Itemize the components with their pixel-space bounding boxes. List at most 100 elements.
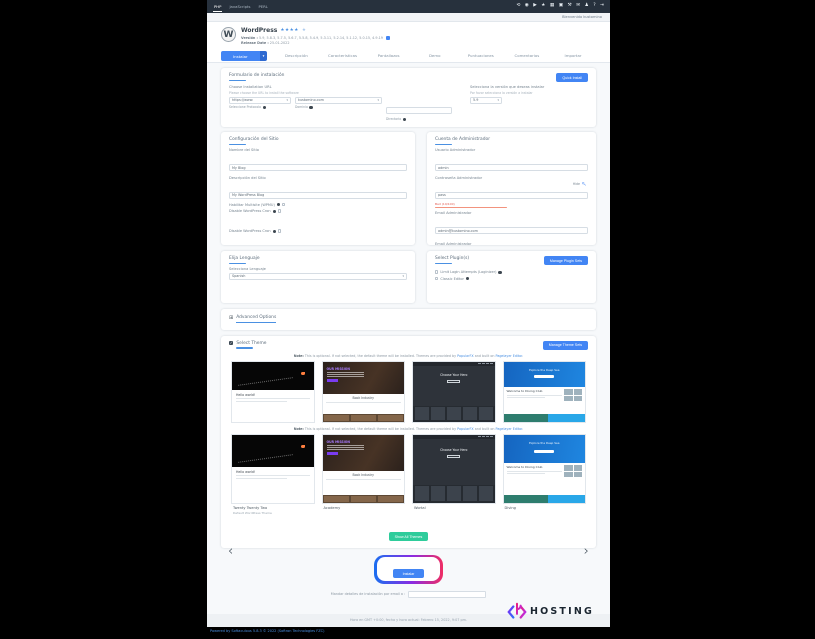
info-icon[interactable] (309, 106, 312, 109)
script-type-nav: PHP JavaScripts PERL (213, 2, 269, 12)
tab-puntuaciones[interactable]: Puntuaciones (458, 50, 504, 62)
expand-icon[interactable]: ⊞ (229, 316, 233, 321)
hide-password-link[interactable]: Hide (573, 182, 580, 186)
key-icon[interactable] (582, 182, 586, 186)
classic-editor-checkbox[interactable] (435, 277, 438, 280)
installations-icon[interactable]: ▦ (550, 4, 554, 9)
install-button[interactable]: Instalar (393, 569, 425, 578)
theme-academy[interactable]: OUR MISSION Book Industry (322, 361, 406, 423)
admin-email-input[interactable] (435, 227, 588, 234)
email-details-input[interactable] (408, 591, 486, 598)
tab-pantallazos[interactable]: Pantallazos (366, 50, 412, 62)
chevron-down-icon: ▾ (377, 98, 379, 102)
theme-wortal[interactable]: Choose Your Hero (412, 361, 496, 423)
user-icon[interactable]: ♟ (585, 4, 589, 9)
admin-pass-input[interactable] (435, 192, 588, 199)
manage-theme-sets-button[interactable]: Manage Theme Sets (543, 341, 588, 350)
tab-descripcion[interactable]: Descripción (273, 50, 319, 62)
sync-icon[interactable]: ⟲ (516, 4, 520, 9)
theme-hero-caption: Explore the Deep Sea (529, 441, 559, 445)
carousel-prev-arrow[interactable]: ‹ (228, 544, 233, 559)
pagelayer-link[interactable]: Pagelayer Editor (495, 427, 522, 431)
site-desc-input[interactable] (229, 192, 407, 199)
ratings-icon[interactable]: ★ (541, 4, 545, 9)
language-select[interactable]: Spanish ▾ (229, 273, 407, 280)
select-theme-title: Select Theme (236, 341, 266, 346)
multisite-checkbox[interactable] (282, 203, 285, 206)
theme-academy[interactable]: OUR MISSION Book Industry Academy (322, 434, 406, 515)
rating-stars: ★★★★ (280, 28, 298, 33)
advanced-options-card[interactable]: ⊞ Advanced Options (221, 309, 596, 330)
tab-caracteristicas[interactable]: Características (319, 50, 365, 62)
pagelayer-link[interactable]: Pagelayer Editor (495, 354, 522, 358)
rocket-icon (301, 445, 305, 449)
nav-php[interactable]: PHP (213, 2, 222, 12)
manage-plugin-sets-button[interactable]: Manage Plugin Sets (544, 256, 588, 265)
theme-checkbox-icon[interactable]: ✓ (229, 341, 233, 345)
admin-user-input[interactable] (435, 164, 588, 171)
info-icon[interactable] (263, 106, 266, 109)
info-icon[interactable] (498, 271, 501, 274)
directory-input[interactable] (386, 107, 452, 114)
theme-caption: Choose Your Hero (413, 448, 495, 452)
theme-twentytwentytwo[interactable]: Hello world! (231, 361, 315, 423)
version-label: Versión : (241, 36, 258, 40)
info-icon[interactable] (273, 230, 276, 233)
version-select[interactable]: 5.9 ▾ (470, 97, 502, 104)
updates-icon[interactable]: ▣ (559, 4, 563, 9)
world-icon[interactable]: ◉ (525, 4, 529, 9)
site-settings-card: Configuración del Sitio Nombre del Sitio… (221, 132, 415, 245)
site-name-input[interactable] (229, 164, 407, 171)
plugins-card: Select Plugin(s) Manage Plugin Sets Limi… (427, 251, 596, 303)
loginizer-checkbox[interactable] (435, 270, 438, 273)
help-icon[interactable]: ? (593, 4, 595, 9)
info-icon[interactable] (466, 277, 469, 280)
logout-icon[interactable]: ⇥ (600, 4, 604, 9)
theme-overlay-title: OUR MISSION (327, 367, 364, 371)
domain-select[interactable]: kustomino.com ▾ (295, 97, 382, 104)
release-date: 25-01-2022 (270, 41, 290, 45)
quick-install-button[interactable]: Quick Install (556, 73, 588, 82)
show-all-themes-button[interactable]: Show All Themes (389, 532, 429, 541)
multisite-label: Habilitar Multisite (WPMU) (229, 203, 275, 207)
chevron-down-icon[interactable]: ▾ (260, 51, 268, 61)
install-zone: Instalar (207, 555, 610, 584)
tab-importar[interactable]: Importar (550, 50, 596, 62)
nav-perl[interactable]: PERL (257, 2, 268, 12)
tab-comentarios[interactable]: Comentarios (504, 50, 550, 62)
site-desc-label: Descripción del Sitio (229, 176, 407, 180)
advanced-options-label[interactable]: Advanced Options (236, 315, 276, 323)
protocol-select[interactable]: https://www. ▾ (229, 97, 291, 104)
info-icon[interactable] (277, 203, 280, 206)
popularfx-link[interactable]: PopularFX (457, 427, 474, 431)
info-icon[interactable] (273, 210, 276, 213)
email-details-label: Mandar detalles de instalación por email… (331, 592, 405, 596)
tab-demo[interactable]: Demo (412, 50, 458, 62)
carousel-next-arrow[interactable]: › (584, 544, 589, 559)
disable-cron-checkbox[interactable] (278, 209, 281, 212)
versions-badge-icon[interactable] (386, 36, 390, 40)
chevron-down-icon: ▾ (402, 274, 404, 278)
tab-install-label[interactable]: Instalar (221, 51, 260, 61)
hosting-brand: HOSTING (506, 601, 594, 623)
site-settings-title: Configuración del Sitio (229, 137, 407, 142)
powered-by-link[interactable]: Powered by Softaculous 5.8.3 © 2022 (Sof… (210, 629, 324, 633)
hosting-brand-name: HOSTING (530, 606, 594, 617)
choose-version-help: Por favor selecciona la versión a instal… (470, 91, 588, 95)
demos-icon[interactable]: ▶ (533, 4, 537, 9)
settings-icon[interactable]: ⚒ (568, 4, 572, 9)
disable-cron-checkbox-2[interactable] (278, 229, 281, 232)
tab-install[interactable]: Instalar ▾ (221, 51, 267, 61)
email-icon[interactable]: ✉ (576, 4, 580, 9)
admin-account-card: Cuenta de Administrador Usuario Administ… (427, 132, 596, 245)
plugins-title: Select Plugin(s) (435, 256, 469, 261)
theme-diving[interactable]: Explore the Deep Sea Welcome to Diving C… (503, 434, 587, 515)
info-icon[interactable] (403, 118, 406, 121)
theme-wortal[interactable]: Choose Your Hero Wortal (412, 434, 496, 515)
loginizer-label: Limit Login Attempts (Loginizer) (440, 270, 496, 274)
theme-hero-caption: Explore the Deep Sea (529, 368, 559, 372)
nav-javascripts[interactable]: JavaScripts (228, 2, 251, 12)
theme-twentytwentytwo[interactable]: Hello world! Twenty Twenty Two Default W… (231, 434, 315, 515)
theme-diving[interactable]: Explore the Deep Sea Welcome to Diving C… (503, 361, 587, 423)
popularfx-link[interactable]: PopularFX (457, 354, 474, 358)
